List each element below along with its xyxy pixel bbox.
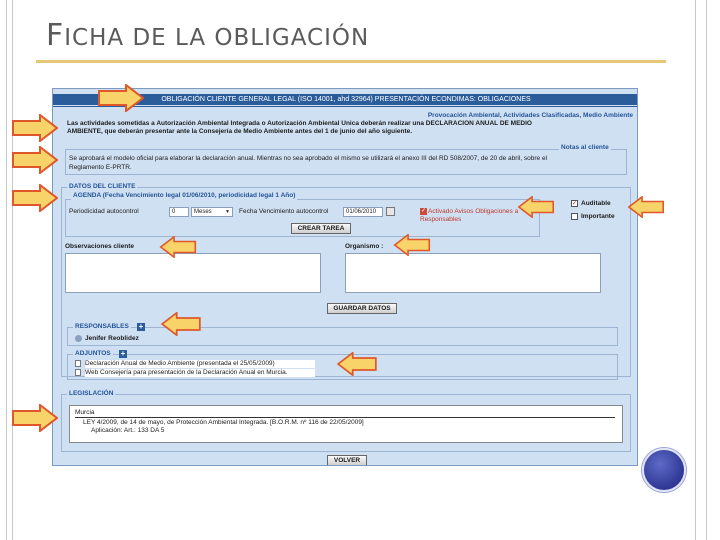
arrow-callout-attachments-icon: [336, 352, 377, 376]
document-icon: [75, 369, 81, 376]
periodicity-unit-select[interactable]: Meses ▼: [191, 207, 233, 217]
user-icon: [75, 335, 82, 342]
left-rail-line: [6, 0, 7, 540]
client-data-legend: DATOS DEL CLIENTE: [67, 183, 138, 191]
title-underline: [36, 60, 666, 63]
notify-label-line1: Activado Avisos Obligaciones a: [428, 208, 519, 215]
arrow-callout-organism-icon: [393, 234, 431, 256]
right-rail-line: [695, 0, 696, 540]
left-rail-line-inner: [12, 0, 13, 540]
responsables-legend: RESPONSABLES: [73, 323, 131, 331]
chevron-down-icon: ▼: [225, 209, 230, 215]
create-task-button[interactable]: CREAR TAREA: [291, 223, 351, 234]
obligation-description-line1: Las actividades sometidas a Autorización…: [67, 120, 532, 127]
back-button[interactable]: VOLVER: [327, 455, 367, 465]
attachment-2-link[interactable]: Web Consejería para presentación de la D…: [85, 369, 315, 377]
slide-title-rest: ICHA DE LA OBLIGACIÓN: [64, 25, 370, 51]
auditable-checkbox[interactable]: ✓: [571, 200, 578, 207]
province-line: Provocación Ambiental, Actividades Clasi…: [427, 112, 633, 119]
arrow-callout-responsables-icon: [160, 312, 201, 336]
arrow-callout-notify-icon: [518, 196, 554, 218]
attachment-1-link[interactable]: Declaración Anual de Medio Ambiente (pre…: [85, 360, 315, 368]
notify-label-line2: Responsables: [420, 216, 462, 223]
add-responsable-plus-icon[interactable]: +: [137, 323, 145, 331]
important-checkbox[interactable]: [571, 213, 578, 220]
organism-textarea[interactable]: [345, 253, 601, 293]
calendar-icon[interactable]: [386, 207, 395, 216]
decorative-orb: [642, 448, 686, 492]
adjuntos-legend: ADJUNTOS: [73, 350, 113, 358]
arrow-callout-observations-icon: [159, 236, 197, 258]
client-notes-legend: Notas al cliente: [559, 144, 611, 152]
legislation-law[interactable]: LEY 4/2009, de 14 de mayo, de Protección…: [83, 419, 613, 427]
arrow-callout-description-icon: [12, 114, 58, 142]
arrow-callout-agenda-icon: [12, 184, 58, 212]
client-notes-line2: Reglamento E-PRTR.: [69, 164, 132, 171]
obligation-description-line2: AMBIENTE, que deberán presentar ante la …: [67, 128, 413, 135]
due-date-label: Fecha Vencimiento autocontrol: [239, 208, 329, 215]
arrow-callout-header-icon: [98, 84, 144, 112]
periodicity-input[interactable]: 0: [169, 207, 189, 217]
slide-title-initial: F: [46, 18, 65, 53]
arrow-callout-notes-icon: [12, 146, 58, 174]
arrow-callout-legislation-icon: [12, 404, 58, 432]
add-attachment-plus-icon[interactable]: +: [119, 350, 127, 358]
legislation-rule: [75, 417, 615, 418]
legislation-application: Aplicación: Art.: 133 DA 5: [91, 427, 165, 434]
document-icon: [75, 360, 81, 367]
observations-textarea[interactable]: [65, 253, 321, 293]
obligation-screenshot-panel: OBLIGACIÓN CLIENTE GENERAL LEGAL (ISO 14…: [52, 88, 638, 466]
legislation-region: Murcia: [75, 409, 95, 416]
important-label: Importante: [581, 213, 615, 220]
notify-warning-icon[interactable]: ✓: [420, 208, 427, 215]
save-data-button[interactable]: GUARDAR DATOS: [327, 303, 397, 314]
client-notes-line1: Se aprobará el modelo oficial para elabo…: [69, 155, 548, 162]
periodicity-unit-value: Meses: [194, 209, 212, 215]
arrow-callout-auditable-icon: [628, 196, 664, 218]
right-rail-line-inner: [706, 0, 707, 540]
responsable-name[interactable]: Jenifer Reoblidez: [85, 335, 205, 343]
slide-title: FICHA DE LA OBLIGACIÓN: [46, 18, 369, 53]
periodicity-label: Periodicidad autocontrol: [69, 208, 139, 215]
auditable-label: Auditable: [581, 200, 611, 207]
agenda-legend: AGENDA (Fecha Vencimiento legal 01/06/20…: [71, 192, 298, 200]
legislation-legend: LEGISLACIÓN: [67, 390, 116, 398]
due-date-input[interactable]: 01/06/2010: [343, 207, 383, 217]
